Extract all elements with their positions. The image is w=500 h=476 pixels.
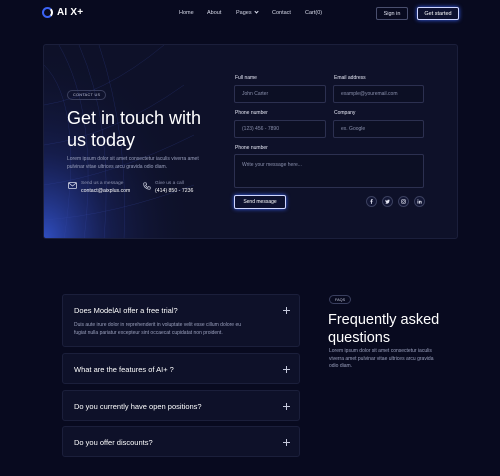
email-address-label: Email address [334,75,366,81]
faq-question: Does ModelAI offer a free trial? [74,306,178,315]
sign-in-button[interactable]: Sign in [376,7,408,20]
linkedin-icon[interactable] [414,196,425,207]
faq-answer: Duis aute irure dolor in reprehenderit i… [74,322,242,336]
mail-icon [68,182,77,189]
email-address-field[interactable]: example@youremail.com [333,85,424,103]
contact-tag: CONTACT US [67,90,107,100]
phone-contact-info: Give us a call (414) 850 - 7236 [143,181,193,194]
faq-description: Lorem ipsum dolor sit amet consectetur i… [329,348,434,369]
full-name-label: Full name [235,75,257,81]
logo-mark-icon [42,7,53,18]
faq-item-features[interactable]: What are the features of AI+ ? [62,353,300,384]
phone-value[interactable]: (414) 850 - 7236 [155,188,193,194]
send-message-button[interactable]: Send message [234,195,286,209]
company-label: Company [334,110,356,116]
email-label: Send us a message [81,181,124,186]
top-navbar: AI X+ Home About Pages Contact Cart(0) S… [0,0,500,28]
nav-link-pages[interactable]: Pages [236,8,259,16]
nav-link-contact[interactable]: Contact [272,10,291,16]
faq-item-discounts[interactable]: Do you offer discounts? [62,426,300,457]
contact-description: Lorem ipsum dolor sit amet consectetur i… [67,156,199,170]
instagram-icon[interactable] [398,196,409,207]
email-contact-info: Send us a message contact@aixplus.com [68,181,130,194]
brand-logo[interactable]: AI X+ [42,7,83,18]
faq-title: Frequently asked questions [328,312,440,346]
nav-link-about[interactable]: About [207,10,221,16]
nav-link-cart[interactable]: Cart(0) [305,10,322,16]
phone-label: Give us a call [155,181,184,186]
plus-icon[interactable] [283,439,290,446]
faq-question: Do you offer discounts? [74,438,153,447]
nav-link-home[interactable]: Home [179,10,194,16]
nav-link-pages-label: Pages [236,10,252,16]
email-value[interactable]: contact@aixplus.com [81,188,130,194]
message-textarea[interactable]: Write your message here... [234,154,424,188]
faq-question: What are the features of AI+ ? [74,365,174,374]
contact-headline: Get in touch with us today [67,108,202,150]
message-label: Phone number [235,145,268,151]
chevron-down-icon [253,8,259,14]
contact-card: CONTACT US Get in touch with us today Lo… [43,44,458,239]
plus-icon[interactable] [283,366,290,373]
facebook-icon[interactable] [366,196,377,207]
plus-icon[interactable] [283,307,290,314]
twitter-icon[interactable] [382,196,393,207]
phone-number-field[interactable]: (123) 456 - 7890 [234,120,326,138]
faq-item-free-trial[interactable]: Does ModelAI offer a free trial? Duis au… [62,294,300,347]
faq-item-open-positions[interactable]: Do you currently have open positions? [62,390,300,421]
company-field[interactable]: ex. Google [333,120,424,138]
faq-tag: FAQS [329,295,352,304]
faq-question: Do you currently have open positions? [74,402,202,411]
plus-icon[interactable] [283,403,290,410]
get-started-button[interactable]: Get started [417,7,459,20]
full-name-field[interactable]: John Carter [234,85,326,103]
phone-icon [143,182,151,190]
phone-number-label: Phone number [235,110,268,116]
brand-name: AI X+ [57,7,84,18]
